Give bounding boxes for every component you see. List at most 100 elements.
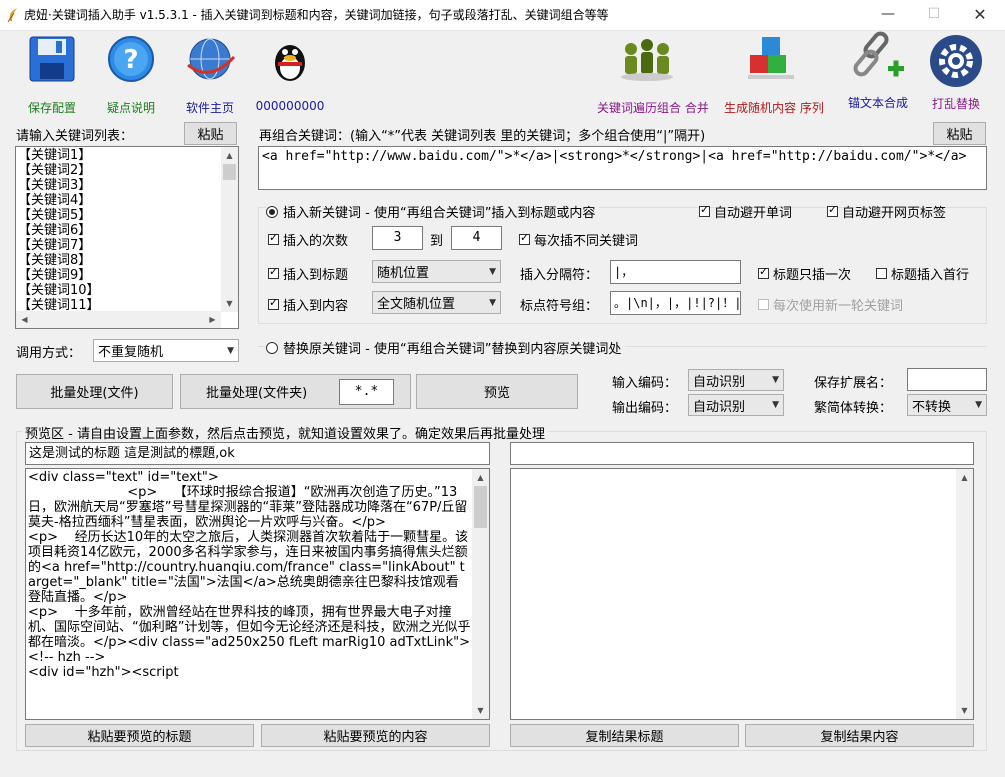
copy-result-content-button[interactable]: 复制结果内容 [745, 724, 974, 747]
svg-text:?: ? [123, 45, 138, 75]
title-bar: 虎妞·关键词插入助手 v1.5.3.1 - 插入关键词到标题和内容，关键词加链接… [0, 0, 1005, 31]
diff-keyword-label: 每次插不同关键词 [534, 234, 639, 249]
output-encoding-label: 输出编码： [612, 401, 678, 416]
insert-times-checkbox[interactable]: 插入的次数 [268, 230, 348, 249]
random-content-tool[interactable]: 生成随机内容 序列 [724, 35, 824, 117]
keyword-paste-button[interactable]: 粘贴 [184, 122, 237, 145]
title-position-select[interactable]: 随机位置 ▼ [372, 260, 501, 283]
qq-tool[interactable]: 000000000 [256, 35, 324, 117]
scroll-left-arrow-icon[interactable]: ◀ [16, 311, 33, 328]
input-encoding-select[interactable]: 自动识别 ▼ [688, 369, 784, 391]
batch-file-button[interactable]: 批量处理(文件) [16, 374, 173, 409]
app-feather-icon [7, 8, 17, 23]
keyword-list-items: 【关键词1】 【关键词2】 【关键词3】 【关键词4】 【关键词5】 【关键词6】 【关键词… [18, 148, 100, 313]
batch-folder-label: 批量处理(文件夹) [206, 386, 308, 401]
keyword-list-vscrollbar[interactable]: ▲ ▼ [221, 147, 238, 312]
keyword-list-item[interactable]: 【关键词6】 [18, 223, 100, 238]
keyword-list-item[interactable]: 【关键词5】 [18, 208, 100, 223]
new-round-label: 每次使用新一轮关键词 [773, 299, 904, 314]
anchor-text-tool[interactable]: 锚文本合成 [848, 30, 908, 117]
recombine-input[interactable]: <a href="http://www.baidu.com/">*</a>|<s… [258, 146, 987, 190]
homepage-label: 软件主页 [185, 101, 234, 115]
paste-preview-content-button[interactable]: 粘贴要预览的内容 [261, 724, 490, 747]
minimize-button[interactable]: — [865, 0, 911, 30]
times-to-label: 到 [430, 234, 444, 249]
radio-dot [266, 341, 278, 354]
checkbox-box [876, 268, 887, 279]
result-vscrollbar[interactable]: ▲ ▼ [956, 469, 973, 719]
keyword-list-item[interactable]: 【关键词3】 [18, 178, 100, 193]
scroll-thumb[interactable] [223, 164, 236, 180]
preview-label: 预览区 - 请自由设置上面参数，然后点击预览，就知道设置效果了。确定效果后再批量… [22, 423, 548, 442]
new-round-checkbox[interactable]: 每次使用新一轮关键词 [758, 295, 903, 314]
keyword-list-item[interactable]: 【关键词10】 [18, 283, 100, 298]
scroll-down-arrow-icon[interactable]: ▼ [956, 702, 973, 719]
radio-dot [266, 205, 278, 218]
homepage-tool[interactable]: 软件主页 [182, 35, 238, 117]
keyword-list-item[interactable]: 【关键词7】 [18, 238, 100, 253]
preview-content-textarea[interactable]: <div class="text" id="text"> <p> 【环球时报综合… [25, 468, 490, 720]
scroll-up-arrow-icon[interactable]: ▲ [472, 469, 489, 486]
keyword-list-item[interactable]: 【关键词8】 [18, 253, 100, 268]
insert-title-checkbox[interactable]: 插入到标题 [268, 264, 348, 283]
checkbox-box [699, 203, 710, 217]
keyword-list-item[interactable]: 【关键词2】 [18, 163, 100, 178]
keyword-traverse-tool[interactable]: 关键词遍历组合 合并 [597, 35, 709, 117]
insert-title-label: 插入到标题 [283, 268, 349, 283]
keyword-list-item[interactable]: 【关键词1】 [18, 148, 100, 163]
title-once-checkbox[interactable]: 标题只插一次 [758, 264, 851, 283]
preview-button[interactable]: 预览 [416, 374, 578, 409]
checkbox-box [827, 203, 838, 217]
diff-keyword-checkbox[interactable]: 每次插不同关键词 [519, 230, 638, 249]
avoid-tag-checkbox[interactable]: 自动避开网页标签 [827, 202, 946, 221]
extension-filter-input[interactable]: *.* [339, 379, 394, 405]
content-position-select[interactable]: 全文随机位置 ▼ [372, 291, 501, 314]
preview-title-input[interactable]: 这是测试的标题 這是測試的標題,ok [25, 442, 490, 465]
keyword-list-item[interactable]: 【关键词9】 [18, 268, 100, 283]
scroll-up-arrow-icon[interactable]: ▲ [221, 147, 238, 164]
scroll-thumb[interactable] [474, 486, 487, 528]
times-from-input[interactable]: 3 [372, 226, 423, 250]
scroll-right-arrow-icon[interactable]: ▶ [204, 311, 221, 328]
insert-content-checkbox[interactable]: 插入到内容 [268, 295, 348, 314]
shuffle-replace-tool[interactable]: 打乱替换 [928, 33, 984, 117]
times-to-input[interactable]: 4 [451, 226, 502, 250]
replace-mode-radio[interactable]: 替换原关键词 - 使用“再组合关键词”替换到内容原关键词处 [266, 338, 626, 357]
convert-select[interactable]: 不转换 ▼ [907, 394, 987, 416]
title-first-checkbox[interactable]: 标题插入首行 [876, 264, 969, 283]
scroll-down-arrow-icon[interactable]: ▼ [221, 295, 238, 312]
keyword-list-hscrollbar[interactable]: ◀ ▶ [16, 311, 221, 328]
replace-mode-label: 替换原关键词 - 使用“再组合关键词”替换到内容原关键词处 [283, 342, 622, 357]
separator-input[interactable]: |， [610, 260, 741, 284]
scroll-up-arrow-icon[interactable]: ▲ [956, 469, 973, 486]
checkbox-box [268, 231, 279, 245]
chevron-down-icon: ▼ [227, 345, 234, 356]
input-encoding-value: 自动识别 [693, 374, 746, 390]
save-config-tool[interactable]: 保存配置 [27, 35, 77, 117]
copy-result-title-button[interactable]: 复制结果标题 [510, 724, 739, 747]
checkbox-box [268, 265, 279, 279]
save-extension-input[interactable] [907, 368, 987, 391]
color-cubes-icon [748, 37, 794, 79]
preview-vscrollbar[interactable]: ▲ ▼ [472, 469, 489, 719]
convert-value: 不转换 [912, 399, 952, 415]
close-button[interactable]: ✕ [957, 0, 1003, 30]
call-mode-select[interactable]: 不重复随机 ▼ [93, 339, 239, 362]
convert-label: 繁简体转换： [814, 401, 893, 416]
keyword-list[interactable]: 【关键词1】 【关键词2】 【关键词3】 【关键词4】 【关键词5】 【关键词6】 【关键词… [15, 146, 239, 329]
maximize-button[interactable]: ☐ [911, 0, 957, 30]
output-encoding-select[interactable]: 自动识别 ▼ [688, 394, 784, 416]
keyword-list-item[interactable]: 【关键词4】 [18, 193, 100, 208]
recombine-paste-button[interactable]: 粘贴 [933, 122, 986, 145]
paste-preview-title-button[interactable]: 粘贴要预览的标题 [25, 724, 254, 747]
avoid-word-checkbox[interactable]: 自动避开单词 [699, 202, 792, 221]
avoid-tag-label: 自动避开网页标签 [842, 206, 947, 221]
scroll-down-arrow-icon[interactable]: ▼ [472, 702, 489, 719]
punctuation-input[interactable]: 。|\n|，|，|!|?|！|? [610, 291, 741, 315]
help-tool[interactable]: ? 疑点说明 [106, 35, 156, 117]
result-title-input[interactable] [510, 442, 974, 465]
punctuation-label: 标点符号组： [520, 299, 599, 314]
result-content-textarea[interactable]: ▲ ▼ [510, 468, 974, 720]
insert-mode-radio[interactable]: 插入新关键词 - 使用“再组合关键词”插入到标题或内容 [266, 202, 600, 221]
people-group-icon [621, 39, 673, 81]
